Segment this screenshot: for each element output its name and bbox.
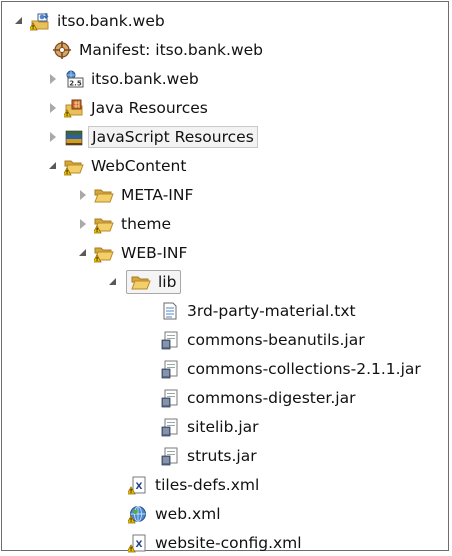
collapse-arrow-icon[interactable] — [46, 153, 62, 179]
tree-item-file[interactable]: commons-collections-2.1.1.jar — [158, 356, 421, 382]
tree-item-web-inf[interactable]: WEB-INF — [76, 240, 187, 266]
jar-file-icon — [160, 417, 180, 437]
collapse-arrow-icon[interactable] — [76, 240, 92, 266]
tree-item-webcontent[interactable]: WebContent — [46, 153, 186, 179]
lib-label: lib — [158, 273, 177, 291]
xml-file-icon — [128, 475, 148, 495]
manifest-label: Manifest: itso.bank.web — [79, 41, 264, 59]
svg-text:2.5: 2.5 — [69, 80, 82, 88]
folder-icon — [94, 243, 114, 263]
tree-item-project[interactable]: itso.bank.web — [12, 8, 165, 34]
tree-item-javascript-resources[interactable]: JavaScript Resources — [46, 124, 258, 150]
tree-item-file[interactable]: commons-digester.jar — [158, 385, 355, 411]
web-inf-label: WEB-INF — [121, 244, 188, 262]
theme-label: theme — [121, 215, 172, 233]
tree-item-file[interactable]: sitelib.jar — [158, 414, 259, 440]
webcontent-label: WebContent — [91, 157, 187, 175]
web-project-icon — [30, 11, 50, 31]
text-file-icon — [160, 301, 180, 321]
tree-item-file[interactable]: 3rd-party-material.txt — [158, 298, 356, 324]
folder-icon — [94, 185, 114, 205]
jar-file-icon — [160, 359, 180, 379]
tree-item-website-config[interactable]: website-config.xml — [126, 530, 302, 556]
file-label: commons-digester.jar — [187, 389, 356, 407]
tree-item-java-resources[interactable]: Java Resources — [46, 95, 208, 121]
javascript-resources-icon — [64, 127, 84, 147]
manifest-icon — [52, 40, 72, 60]
deployment-descriptor-icon: 2.5 — [64, 69, 84, 89]
meta-inf-label: META-INF — [121, 186, 194, 204]
tree-item-lib[interactable]: lib — [106, 269, 182, 295]
file-label: struts.jar — [187, 447, 257, 465]
expand-arrow-icon[interactable] — [76, 211, 92, 237]
jar-file-icon — [160, 330, 180, 350]
expand-arrow-icon[interactable] — [46, 66, 62, 92]
tree-item-meta-inf[interactable]: META-INF — [76, 182, 193, 208]
java-resources-label: Java Resources — [91, 99, 208, 117]
file-label: 3rd-party-material.txt — [187, 302, 356, 320]
web-xml-label: web.xml — [155, 505, 221, 523]
folder-icon — [131, 272, 151, 292]
expand-arrow-icon[interactable] — [76, 182, 92, 208]
deployment-descriptor-label: itso.bank.web — [91, 70, 199, 88]
file-label: sitelib.jar — [187, 418, 259, 436]
project-explorer-tree: itso.bank.web Manifest: itso.bank.web 2.… — [1, 1, 449, 551]
file-label: commons-beanutils.jar — [187, 331, 365, 349]
file-label: commons-collections-2.1.1.jar — [187, 360, 421, 378]
tree-item-web-xml[interactable]: web.xml — [126, 501, 221, 527]
expand-arrow-icon[interactable] — [46, 95, 62, 121]
javascript-resources-label: JavaScript Resources — [88, 126, 258, 148]
tiles-defs-label: tiles-defs.xml — [155, 476, 260, 494]
collapse-arrow-icon[interactable] — [106, 269, 122, 295]
tree-item-file[interactable]: struts.jar — [158, 443, 257, 469]
tree-item-manifest[interactable]: Manifest: itso.bank.web — [50, 37, 263, 63]
lib-selection-box[interactable]: lib — [126, 270, 182, 294]
xml-file-icon — [128, 533, 148, 553]
website-config-label: website-config.xml — [155, 534, 302, 552]
tree-item-file[interactable]: commons-beanutils.jar — [158, 327, 365, 353]
collapse-arrow-icon[interactable] — [12, 8, 28, 34]
web-xml-icon — [128, 504, 148, 524]
expand-arrow-icon[interactable] — [46, 124, 62, 150]
java-resources-icon — [64, 98, 84, 118]
folder-icon — [94, 214, 114, 234]
tree-item-deployment-descriptor[interactable]: 2.5 itso.bank.web — [46, 66, 199, 92]
folder-icon — [64, 156, 84, 176]
tree-item-tiles-defs[interactable]: tiles-defs.xml — [126, 472, 259, 498]
tree-item-theme[interactable]: theme — [76, 211, 171, 237]
jar-file-icon — [160, 446, 180, 466]
jar-file-icon — [160, 388, 180, 408]
project-label: itso.bank.web — [57, 12, 165, 30]
